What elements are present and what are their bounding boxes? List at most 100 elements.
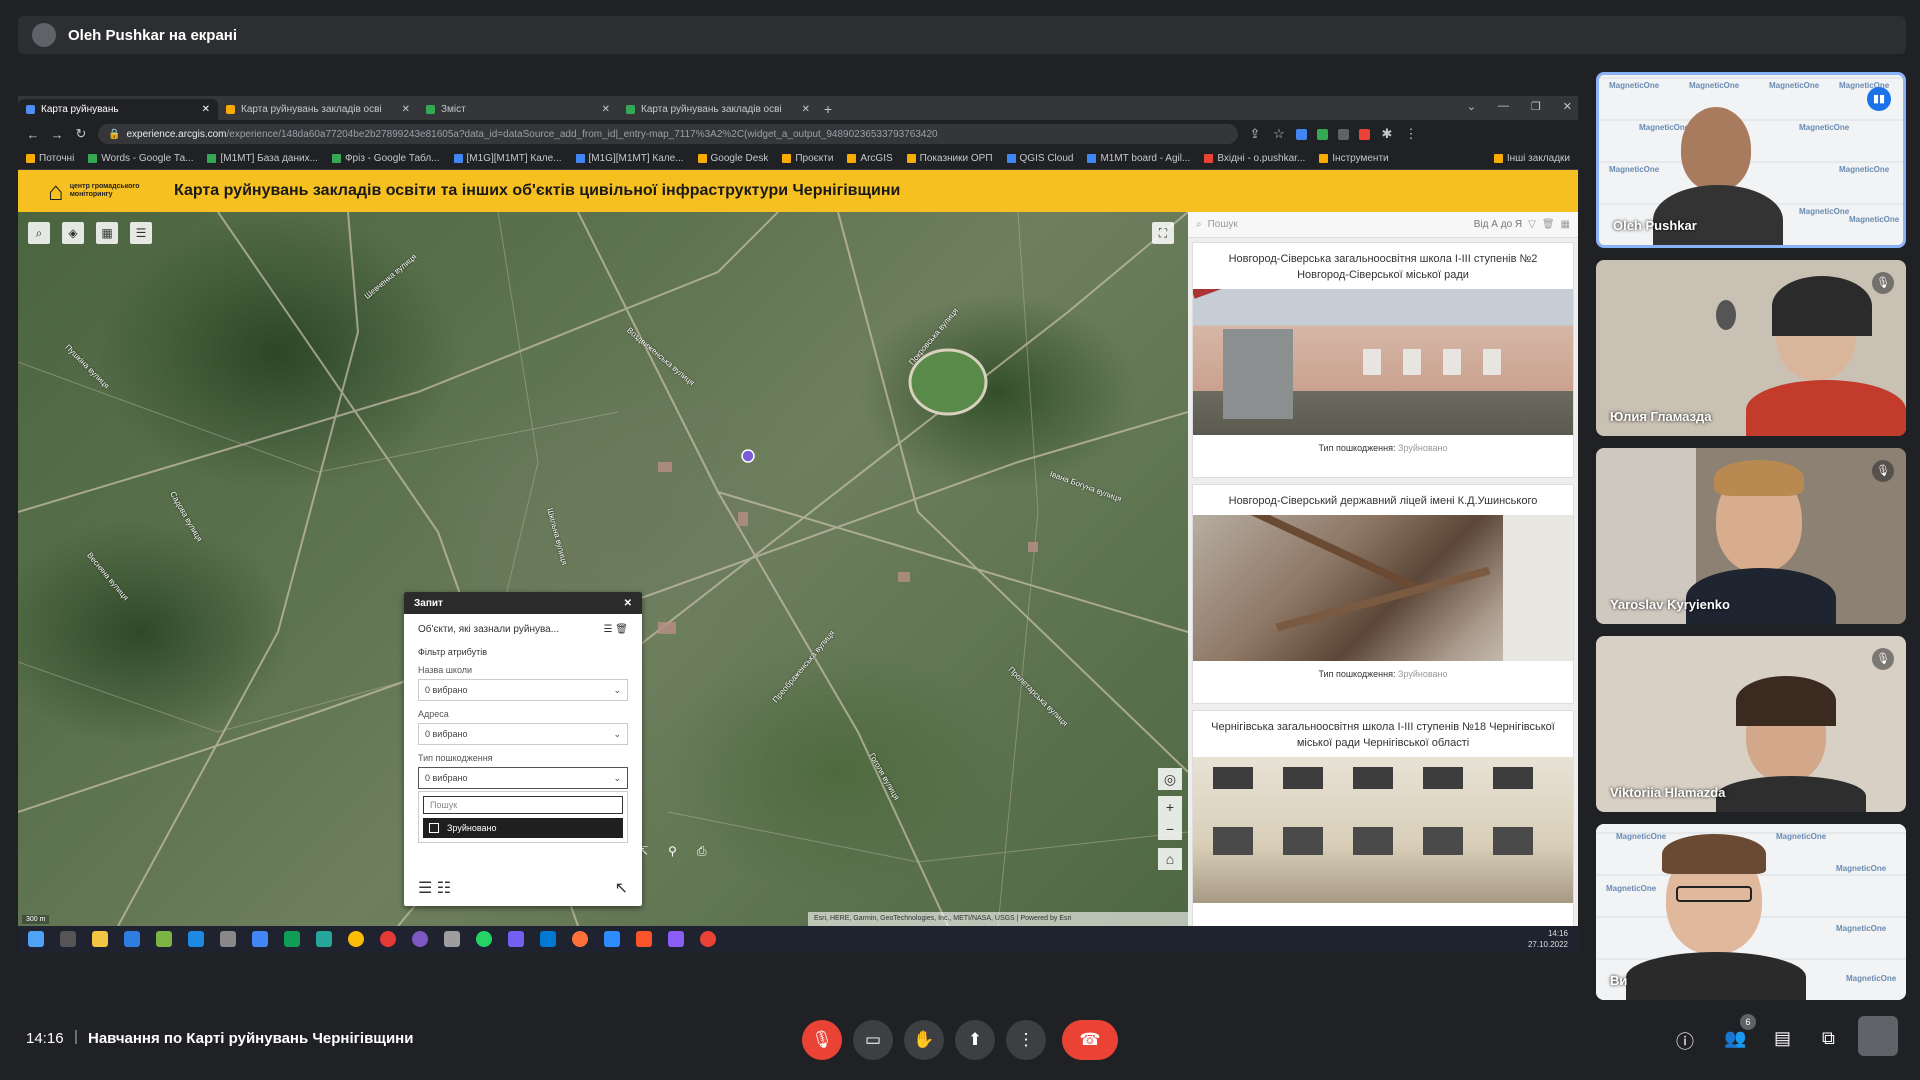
back-icon[interactable]: ← <box>26 127 40 142</box>
bookmark-item[interactable]: [M1G][M1MT] Кале... <box>575 153 684 164</box>
participant-tile[interactable]: MagneticOne MagneticOne MagneticOne Magnet… <box>1596 824 1906 1000</box>
legend-icon[interactable]: ☰ <box>130 222 152 244</box>
print-icon[interactable]: ⎙ <box>697 844 707 859</box>
close-icon[interactable]: ✕ <box>402 104 410 115</box>
list-view-icon[interactable]: ☰ <box>418 880 432 897</box>
list-search-bar[interactable]: ⌕ Пошук Від А до Я ▽ 🗑 ▦ <box>1188 212 1578 238</box>
people-icon[interactable]: 👥 <box>1724 1028 1746 1049</box>
leave-call-button[interactable]: ☎ <box>1062 1020 1118 1060</box>
locate-icon[interactable]: ◎ <box>1158 768 1182 790</box>
bookmark-item[interactable]: Проєкти <box>782 153 833 164</box>
close-icon[interactable]: ✕ <box>202 104 210 115</box>
school-name-select[interactable]: 0 вибрано ⌄ <box>418 679 628 701</box>
brave-icon[interactable] <box>636 931 652 947</box>
dropdown-option[interactable]: Зруйновано <box>423 818 623 838</box>
reload-icon[interactable]: ↻ <box>74 126 88 142</box>
close-icon[interactable]: ✕ <box>602 104 610 115</box>
minimize-icon[interactable]: — <box>1498 100 1509 113</box>
zoom-icon[interactable] <box>604 931 620 947</box>
bookmark-item[interactable]: Фріз - Google Табл... <box>331 153 440 164</box>
home-icon[interactable]: ⌂ <box>1158 848 1182 870</box>
list-icon[interactable]: ☰ <box>604 624 613 635</box>
chevron-down-icon[interactable]: ⌄ <box>1467 100 1476 113</box>
new-tab-button[interactable]: + <box>818 99 838 120</box>
star-icon[interactable]: ☆ <box>1272 126 1286 142</box>
viber-icon[interactable] <box>508 931 524 947</box>
vscode-icon[interactable] <box>540 931 556 947</box>
bookmark-item[interactable]: Поточні <box>26 153 74 164</box>
activities-icon[interactable]: ⧉ <box>1822 1028 1835 1049</box>
puzzle-icon[interactable]: ✱ <box>1380 126 1394 142</box>
search-icon[interactable]: ⌕ <box>28 222 50 244</box>
opera-icon[interactable] <box>380 931 396 947</box>
browser-tab[interactable]: Карта руйнувань закладів осві ✕ <box>618 99 818 120</box>
chrome-icon[interactable] <box>348 931 364 947</box>
participant-tile[interactable]: 🎙 Yaroslav Kyryienko <box>1596 448 1906 624</box>
app-icon[interactable] <box>444 931 460 947</box>
checklist-icon[interactable]: ☷ <box>437 880 451 897</box>
browser-tab[interactable]: Карта руйнувань ✕ <box>18 99 218 120</box>
bookmark-item[interactable]: M1MT board - Agil... <box>1087 153 1190 164</box>
damage-type-select[interactable]: 0 вибрано ⌄ <box>418 767 628 789</box>
app-icon[interactable] <box>220 931 236 947</box>
bookmark-item[interactable]: Words - Google Та... <box>88 153 193 164</box>
share-icon[interactable]: ⇪ <box>1248 126 1262 142</box>
bookmark-item[interactable]: Інструменти <box>1319 153 1389 164</box>
participant-tile[interactable]: 🎙 Юлия Гламазда <box>1596 260 1906 436</box>
app-icon[interactable] <box>316 931 332 947</box>
bookmark-item[interactable]: [M1G][M1MT] Кале... <box>453 153 562 164</box>
trash-icon[interactable]: 🗑 <box>1542 219 1555 230</box>
bookmark-item[interactable]: Google Desk <box>697 153 768 164</box>
participant-tile[interactable]: 🎙 Viktoriia Hlamazda <box>1596 636 1906 812</box>
close-window-icon[interactable]: ✕ <box>1563 100 1572 113</box>
viber-icon[interactable] <box>668 931 684 947</box>
forward-icon[interactable]: → <box>50 127 64 142</box>
fullscreen-icon[interactable]: ⛶ <box>1152 222 1174 244</box>
search-input[interactable]: Пошук <box>1208 219 1238 230</box>
zoom-out-button[interactable]: − <box>1158 818 1182 840</box>
checkbox[interactable] <box>429 823 439 833</box>
chrome-icon[interactable] <box>700 931 716 947</box>
whatsapp-icon[interactable] <box>476 931 492 947</box>
more-options-button[interactable]: ⋮ <box>1006 1020 1046 1060</box>
info-icon[interactable]: ⓘ <box>1676 1028 1694 1054</box>
bookmark-item[interactable]: Інші закладки <box>1493 153 1570 164</box>
grid-icon[interactable]: ▦ <box>1561 219 1570 230</box>
raise-hand-button[interactable]: ✋ <box>904 1020 944 1060</box>
browser-tab[interactable]: Карта руйнувань закладів осві ✕ <box>218 99 418 120</box>
present-screen-button[interactable]: ⬆ <box>955 1020 995 1060</box>
basemap-icon[interactable]: ▦ <box>96 222 118 244</box>
filter-icon[interactable]: ▽ <box>1528 219 1536 230</box>
zoom-in-button[interactable]: + <box>1158 796 1182 818</box>
person-icon[interactable]: ⚲ <box>668 844 677 859</box>
close-icon[interactable]: ✕ <box>624 598 632 609</box>
task-view-icon[interactable] <box>60 931 76 947</box>
trash-icon[interactable]: 🗑 <box>615 624 628 635</box>
url-field[interactable]: 🔒 experience.arcgis.com /experience/148d… <box>98 124 1238 144</box>
address-select[interactable]: 0 вибрано ⌄ <box>418 723 628 745</box>
bookmark-item[interactable]: Вхідні - o.pushkar... <box>1204 153 1305 164</box>
windows-start-icon[interactable] <box>28 931 44 947</box>
qgis-icon[interactable] <box>156 931 172 947</box>
app-icon[interactable] <box>252 931 268 947</box>
dropdown-search-input[interactable]: Пошук <box>423 796 623 814</box>
extension-icon[interactable] <box>1338 128 1349 140</box>
layers-icon[interactable]: ◈ <box>62 222 84 244</box>
bookmark-item[interactable]: ArcGIS <box>847 153 893 164</box>
file-explorer-icon[interactable] <box>92 931 108 947</box>
list-item[interactable]: Чернігівська загальноосвітня школа І-ІІІ… <box>1192 710 1574 926</box>
participant-tile[interactable]: MagneticOne MagneticOne MagneticOne Magneti… <box>1596 72 1906 248</box>
app-icon[interactable] <box>188 931 204 947</box>
extension-icon[interactable] <box>1317 128 1328 140</box>
bookmark-item[interactable]: [M1MT] База даних... <box>207 153 318 164</box>
bookmark-item[interactable]: QGIS Cloud <box>1006 153 1073 164</box>
camera-button[interactable]: ▭ <box>853 1020 893 1060</box>
sheets-icon[interactable] <box>284 931 300 947</box>
list-item[interactable]: Новгород-Сіверська загальноосвітня школа… <box>1192 242 1574 478</box>
close-icon[interactable]: ✕ <box>802 104 810 115</box>
mic-off-button[interactable]: 🎙 <box>802 1020 842 1060</box>
chat-icon[interactable]: ▤ <box>1774 1028 1791 1049</box>
menu-dots-icon[interactable]: ⋮ <box>1404 126 1418 142</box>
extension-icon[interactable] <box>1296 128 1307 140</box>
self-view-thumbnail[interactable] <box>1858 1016 1898 1056</box>
